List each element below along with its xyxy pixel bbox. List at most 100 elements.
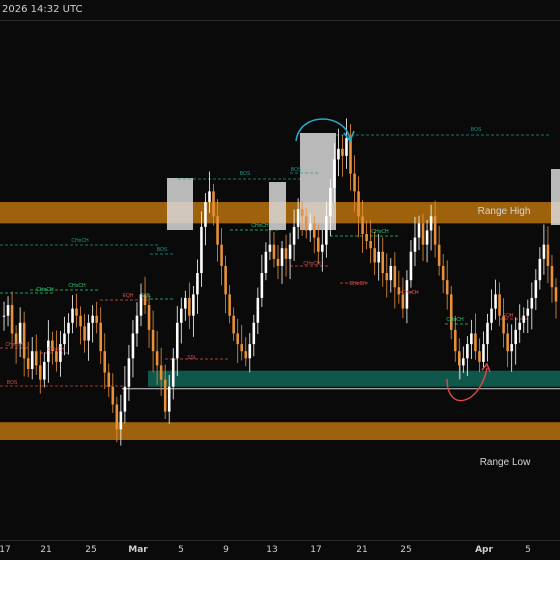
candle-body: [365, 234, 368, 242]
structure-label: BOS: [7, 380, 18, 386]
candle-body: [192, 294, 195, 316]
highlight-box: [269, 182, 286, 230]
candle-body: [409, 251, 413, 281]
candle-body: [79, 315, 82, 327]
candle-body: [264, 251, 268, 274]
structure-label: CHoCH: [36, 287, 54, 293]
candle-body: [296, 209, 300, 227]
candle-body: [163, 379, 167, 412]
candle-body: [506, 333, 509, 352]
candle-body: [228, 294, 231, 316]
candle-body: [99, 322, 102, 352]
structure-label: CHoCH: [47, 347, 65, 353]
candle-body: [131, 333, 135, 359]
candle-body: [10, 305, 14, 334]
candle-body: [196, 273, 199, 295]
candle-body: [2, 315, 6, 317]
candle-body: [385, 273, 389, 281]
x-tick-label: 25: [400, 545, 412, 555]
candle-body: [337, 148, 340, 160]
candle-body: [119, 411, 123, 430]
candle-body: [30, 351, 34, 369]
candle-body: [87, 322, 90, 341]
candle-body: [155, 351, 159, 366]
structure-label: SSL: [187, 355, 197, 361]
candle-body: [67, 322, 70, 334]
candle-body: [518, 322, 522, 330]
x-tick-label: 13: [266, 545, 278, 555]
candle-body: [220, 244, 223, 266]
structure-label: CHoCH: [68, 283, 86, 289]
candle-body: [413, 237, 417, 252]
top-bar: 2026 14:32 UTC: [0, 0, 560, 21]
candle-body: [462, 358, 465, 366]
candle-body: [6, 305, 10, 316]
candle-body: [95, 315, 98, 323]
candle-body: [353, 173, 356, 192]
candle-body: [534, 280, 538, 298]
candle-body: [373, 248, 376, 263]
bottom-margin: [0, 560, 560, 600]
candle-body: [437, 244, 441, 266]
candle-body: [514, 329, 517, 345]
candle-body: [248, 344, 252, 359]
candle-body: [474, 333, 477, 352]
structure-label: CHoCH: [251, 223, 269, 229]
candle-body: [526, 308, 530, 316]
candle-body: [522, 315, 526, 323]
structure-label: CHoCH: [349, 281, 367, 287]
candle-body: [542, 244, 546, 259]
candle-body: [433, 216, 437, 245]
range-low-label: Range Low: [480, 457, 531, 468]
candle-body: [260, 273, 264, 298]
candle-body: [546, 244, 550, 266]
candle-body: [425, 230, 429, 245]
candle-body: [240, 344, 244, 352]
candle-body: [188, 297, 191, 316]
candle-body: [478, 351, 481, 362]
candle-body: [256, 297, 260, 323]
candle-body: [208, 191, 211, 203]
candle-body: [381, 251, 385, 274]
candle-body: [34, 351, 38, 366]
candle-body: [361, 216, 364, 234]
candle-body: [349, 138, 352, 174]
highlight-box: [167, 178, 193, 230]
range-low-band: [0, 422, 560, 440]
candle-body: [103, 351, 107, 373]
candle-body: [377, 251, 380, 263]
candle-body: [466, 344, 469, 359]
x-tick-label: 5: [525, 545, 531, 555]
structure-label: BOS: [240, 171, 251, 177]
range-high-label: Range High: [478, 206, 531, 217]
candle-body: [389, 265, 393, 281]
candle-body: [316, 237, 320, 252]
candle-body: [482, 344, 485, 362]
candle-body: [357, 191, 360, 217]
candle-body: [498, 294, 501, 316]
candle-body: [393, 265, 397, 288]
structure-label: EQL: [141, 293, 151, 299]
candle-body: [63, 333, 66, 345]
candle-body: [180, 308, 183, 323]
candle-body: [329, 187, 332, 217]
price-chart[interactable]: BOS BOS BOS CHoCH CHoCH CHoCH BOS CHoCH CHoCH EQH…: [0, 21, 560, 540]
candle-body: [280, 248, 284, 266]
candle-body: [167, 386, 171, 412]
structure-label: CHoCH: [401, 290, 419, 296]
structure-label: CHoCH: [446, 317, 464, 323]
candle-body: [554, 287, 558, 302]
candle-body: [123, 386, 127, 412]
x-tick-label: Apr: [475, 545, 493, 555]
candle-body: [333, 159, 336, 188]
candle-body: [159, 365, 163, 380]
candle-body: [147, 305, 151, 330]
structure-label: CHoCH: [371, 229, 389, 235]
candle-body: [470, 333, 473, 345]
candle-body: [445, 280, 449, 295]
structure-label: BOS: [471, 127, 482, 133]
candle-body: [510, 344, 513, 352]
candle-body: [184, 297, 187, 309]
x-axis[interactable]: 17 21 25 Mar 5 9 13 17 21 25 Apr 5: [0, 540, 560, 561]
candle-body: [321, 244, 324, 252]
